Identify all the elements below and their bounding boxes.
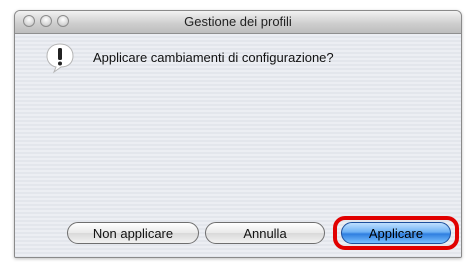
window-title: Gestione dei profili [184,14,292,29]
dialog-message: Applicare cambiamenti di configurazione? [93,50,334,65]
cancel-button[interactable]: Annulla [205,222,325,244]
profile-manager-dialog: Gestione dei profili Applicare cambiamen… [14,10,462,258]
screen: Gestione dei profili Applicare cambiamen… [0,0,474,262]
alert-icon [46,43,74,74]
dialog-body: Applicare cambiamenti di configurazione?… [15,34,461,257]
title-bar: Gestione dei profili [15,11,461,34]
apply-button[interactable]: Applicare [341,222,451,244]
dont-apply-button[interactable]: Non applicare [67,222,199,244]
